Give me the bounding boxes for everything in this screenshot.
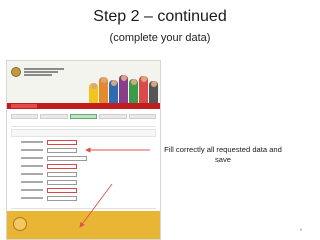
arrow-to-save [79,183,113,228]
callout-text: Fill correctly all requested data and sa… [164,145,282,164]
annotation-arrows [79,147,150,228]
page-number: 9 [299,227,302,232]
